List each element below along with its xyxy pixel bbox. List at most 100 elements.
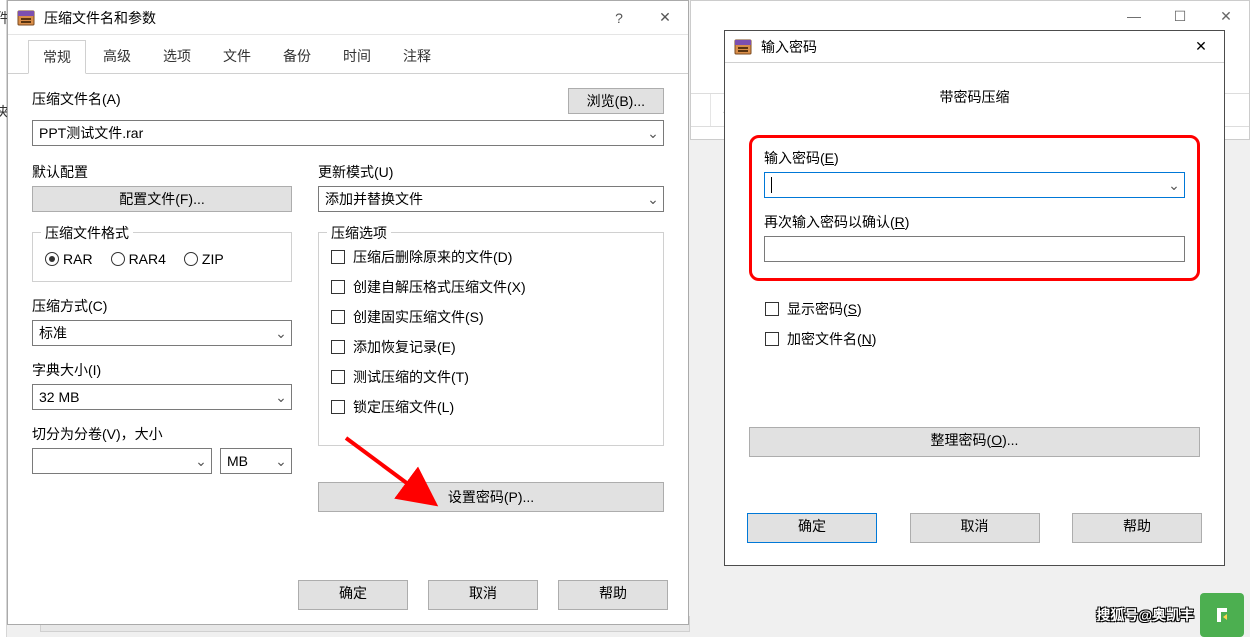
method-label: 压缩方式(C)	[32, 296, 292, 316]
update-mode-label: 更新模式(U)	[318, 162, 664, 182]
format-radio-rar[interactable]: RAR	[45, 251, 93, 267]
ok-button[interactable]: 确定	[298, 580, 408, 610]
watermark: 搜狐号@奥凯丰	[1096, 593, 1244, 637]
set-password-button[interactable]: 设置密码(P)...	[318, 482, 664, 512]
dialog-content: 压缩文件名(A) 浏览(B)... PPT测试文件.rar ⌄ 默认配置 配置文…	[8, 74, 688, 532]
checkbox-icon	[765, 332, 779, 346]
checkbox-icon	[331, 400, 345, 414]
password-content: 带密码压缩 输入密码(E) ⌄ 再次输入密码以确认(R) 显示密码(S) 加密文…	[725, 63, 1224, 467]
format-radio-zip[interactable]: ZIP	[184, 251, 224, 267]
button-label: 配置文件(F)...	[119, 191, 205, 207]
cancel-button[interactable]: 取消	[428, 580, 538, 610]
tab-options[interactable]: 选项	[148, 39, 206, 73]
chevron-down-icon: ⌄	[271, 389, 291, 406]
checkbox-label: 加密文件名(N)	[787, 329, 876, 349]
maximize-icon[interactable]: ☐	[1157, 1, 1203, 31]
organize-passwords-button[interactable]: 整理密码(O)...	[749, 427, 1200, 457]
tab-general[interactable]: 常规	[28, 40, 86, 74]
tab-label: 注释	[403, 48, 431, 64]
enter-password-label: 输入密码(E)	[764, 148, 1185, 168]
split-unit-combo[interactable]: MB ⌄	[220, 448, 292, 474]
encrypt-filenames-checkbox[interactable]: 加密文件名(N)	[765, 329, 1200, 349]
format-radio-rar4[interactable]: RAR4	[111, 251, 166, 267]
options-group: 压缩选项 压缩后删除原来的文件(D) 创建自解压格式压缩文件(X) 创建固实压缩…	[318, 232, 664, 446]
option-label: 创建固实压缩文件(S)	[353, 307, 484, 327]
show-password-checkbox[interactable]: 显示密码(S)	[765, 299, 1200, 319]
button-label: 设置密码(P)...	[448, 489, 534, 505]
option-sfx[interactable]: 创建自解压格式压缩文件(X)	[331, 277, 651, 297]
titlebar: 压缩文件名和参数 ? ✕	[8, 1, 688, 35]
options-group-title: 压缩选项	[327, 223, 391, 243]
tab-bar: 常规 高级 选项 文件 备份 时间 注释	[8, 35, 688, 74]
button-label: 确定	[339, 585, 367, 601]
option-lock[interactable]: 锁定压缩文件(L)	[331, 397, 651, 417]
button-label: 取消	[961, 518, 989, 534]
profile-button[interactable]: 配置文件(F)...	[32, 186, 292, 212]
winrar-icon	[733, 37, 753, 57]
split-size-combo[interactable]: ⌄	[32, 448, 212, 474]
help-button[interactable]: 帮助	[558, 580, 668, 610]
option-solid[interactable]: 创建固实压缩文件(S)	[331, 307, 651, 327]
option-test[interactable]: 测试压缩的文件(T)	[331, 367, 651, 387]
button-label: 取消	[469, 585, 497, 601]
checkbox-icon	[331, 340, 345, 354]
tab-label: 常规	[43, 49, 71, 65]
tab-label: 备份	[283, 48, 311, 64]
minimize-icon[interactable]: —	[1111, 1, 1157, 31]
option-delete-after[interactable]: 压缩后删除原来的文件(D)	[331, 247, 651, 267]
option-label: 锁定压缩文件(L)	[353, 397, 454, 417]
archive-name-combo[interactable]: PPT测试文件.rar ⌄	[32, 120, 664, 146]
password-dialog-title: 输入密码	[761, 37, 817, 57]
checkbox-icon	[331, 370, 345, 384]
default-profile-label: 默认配置	[32, 162, 292, 182]
radio-label: RAR	[63, 251, 93, 267]
chevron-down-icon: ⌄	[643, 125, 663, 142]
button-label: 帮助	[599, 585, 627, 601]
radio-icon	[111, 252, 125, 266]
titlebar-close-button[interactable]: ✕	[1178, 38, 1224, 55]
dict-value: 32 MB	[39, 389, 79, 405]
annotation-highlight-box: 输入密码(E) ⌄ 再次输入密码以确认(R)	[749, 135, 1200, 281]
format-group-title: 压缩文件格式	[41, 223, 133, 243]
option-label: 创建自解压格式压缩文件(X)	[353, 277, 526, 297]
browse-button[interactable]: 浏览(B)...	[568, 88, 664, 114]
winrar-icon	[16, 8, 36, 28]
reenter-password-input[interactable]	[764, 236, 1185, 262]
watermark-text: 搜狐号@奥凯丰	[1096, 605, 1194, 625]
option-label: 添加恢复记录(E)	[353, 337, 456, 357]
tab-label: 高级	[103, 48, 131, 64]
dict-label: 字典大小(I)	[32, 360, 292, 380]
close-icon[interactable]: ✕	[1203, 1, 1249, 31]
option-recovery[interactable]: 添加恢复记录(E)	[331, 337, 651, 357]
tab-advanced[interactable]: 高级	[88, 39, 146, 73]
dict-combo[interactable]: 32 MB ⌄	[32, 384, 292, 410]
radio-icon	[45, 252, 59, 266]
watermark-logo-icon	[1200, 593, 1244, 637]
titlebar-help-button[interactable]: ?	[596, 1, 642, 35]
archive-name-value: PPT测试文件.rar	[39, 123, 143, 143]
tab-files[interactable]: 文件	[208, 39, 266, 73]
tab-time[interactable]: 时间	[328, 39, 386, 73]
update-mode-combo[interactable]: 添加并替换文件 ⌄	[318, 186, 664, 212]
chevron-down-icon: ⌄	[191, 453, 211, 470]
chevron-down-icon: ⌄	[271, 325, 291, 342]
password-heading: 带密码压缩	[749, 87, 1200, 107]
enter-password-input[interactable]: ⌄	[764, 172, 1185, 198]
split-unit-value: MB	[227, 453, 248, 469]
tab-comment[interactable]: 注释	[388, 39, 446, 73]
tab-backup[interactable]: 备份	[268, 39, 326, 73]
ok-button[interactable]: 确定	[747, 513, 877, 543]
dialog-footer: 确定 取消 帮助	[8, 566, 688, 624]
method-combo[interactable]: 标准 ⌄	[32, 320, 292, 346]
cancel-button[interactable]: 取消	[910, 513, 1040, 543]
option-label: 压缩后删除原来的文件(D)	[353, 247, 512, 267]
option-label: 测试压缩的文件(T)	[353, 367, 469, 387]
titlebar-close-button[interactable]: ✕	[642, 1, 688, 35]
chevron-down-icon: ⌄	[643, 191, 663, 208]
chevron-down-icon: ⌄	[271, 453, 291, 470]
chevron-down-icon: ⌄	[1164, 177, 1184, 194]
help-button[interactable]: 帮助	[1072, 513, 1202, 543]
checkbox-icon	[765, 302, 779, 316]
background-app-fragment: 件 夹	[0, 0, 7, 637]
radio-label: ZIP	[202, 251, 224, 267]
